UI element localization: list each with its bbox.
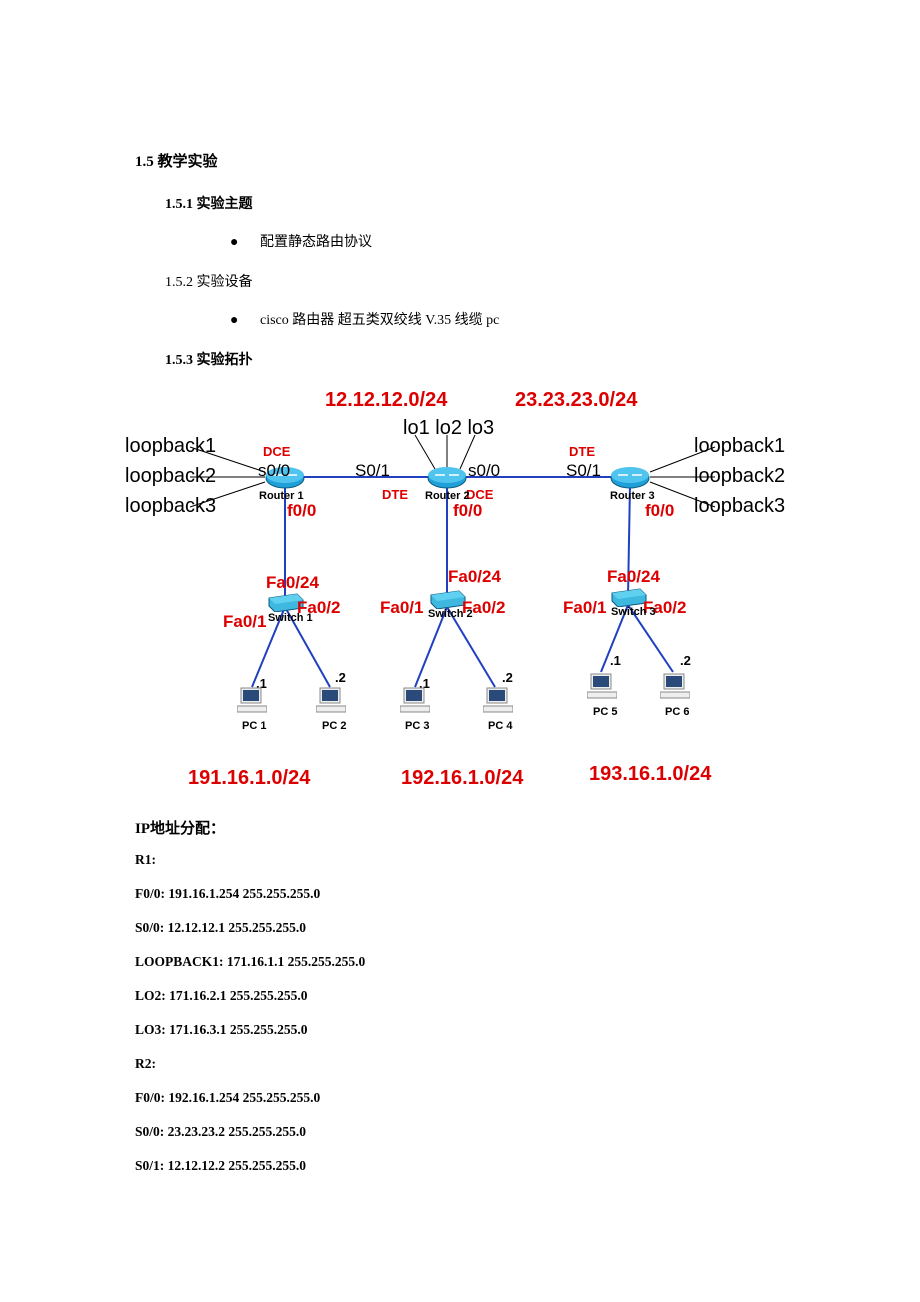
dce1: DCE xyxy=(263,444,290,459)
pc4-ip: .2 xyxy=(502,670,513,685)
dte1: DTE xyxy=(382,487,408,502)
sw1-fa024: Fa0/24 xyxy=(266,573,319,593)
lb2-right: loopback2 xyxy=(694,465,785,488)
lb3-right: loopback3 xyxy=(694,495,785,518)
dce2: DCE xyxy=(466,487,493,502)
lb1-right: loopback1 xyxy=(694,435,785,458)
sw3-fa024: Fa0/24 xyxy=(607,567,660,587)
lan3-label: 193.16.1.0/24 xyxy=(589,763,711,786)
r2-f00: f0/0 xyxy=(453,501,482,521)
dte2: DTE xyxy=(569,444,595,459)
pc2-ip: .2 xyxy=(335,670,346,685)
switch3-name: Switch 3 xyxy=(611,606,656,618)
section-151: 1.5.1 实验主题 xyxy=(165,193,785,213)
pc4-name: PC 4 xyxy=(488,720,512,732)
r3-f00: f0/0 xyxy=(645,501,674,521)
pc5-name: PC 5 xyxy=(593,706,617,718)
lan2-label: 192.16.1.0/24 xyxy=(401,767,523,790)
r2-s00-ip: S0/0: 23.23.23.2 255.255.255.0 xyxy=(135,1124,785,1140)
switch1-name: Switch 1 xyxy=(268,612,313,624)
lan1-label: 191.16.1.0/24 xyxy=(188,767,310,790)
lb1-left: loopback1 xyxy=(125,435,216,458)
section-153: 1.5.3 实验拓扑 xyxy=(165,349,785,369)
sw1-fa01: Fa0/1 xyxy=(223,612,266,632)
r2-f00-ip: F0/0: 192.16.1.254 255.255.255.0 xyxy=(135,1090,785,1106)
r1-lo1-ip: LOOPBACK1: 171.16.1.1 255.255.255.0 xyxy=(135,954,785,970)
pc3-name: PC 3 xyxy=(405,720,429,732)
wan1-label: 12.12.12.0/24 xyxy=(325,389,447,412)
r1-f00-ip: F0/0: 191.16.1.254 255.255.255.0 xyxy=(135,886,785,902)
pc5-ip: .1 xyxy=(610,653,621,668)
ip-title: IP地址分配： xyxy=(135,817,785,838)
r2-label: R2: xyxy=(135,1056,785,1072)
r3-s01: S0/1 xyxy=(566,461,601,481)
heading-main: 1.5 教学实验 xyxy=(135,150,785,171)
sw2-fa01: Fa0/1 xyxy=(380,598,423,618)
r1-s00-ip: S0/0: 12.12.12.1 255.255.255.0 xyxy=(135,920,785,936)
router-icon xyxy=(427,467,467,489)
lb3-left: loopback3 xyxy=(125,495,216,518)
pc6-name: PC 6 xyxy=(665,706,689,718)
pc-icon xyxy=(237,686,267,716)
section-152: 1.5.2 实验设备 xyxy=(165,271,785,291)
pc-icon xyxy=(483,686,513,716)
r1-f00: f0/0 xyxy=(287,501,316,521)
r2-s01: S0/1 xyxy=(355,461,390,481)
bullet-152: ●cisco 路由器 超五类双绞线 V.35 线缆 pc xyxy=(230,309,785,329)
r1-lo3-ip: LO3: 171.16.3.1 255.255.255.0 xyxy=(135,1022,785,1038)
pc2-name: PC 2 xyxy=(322,720,346,732)
switch2-name: Switch 2 xyxy=(428,608,473,620)
r1-s00: s0/0 xyxy=(258,461,290,481)
bullet-151: ●配置静态路由协议 xyxy=(230,231,785,251)
topology-diagram: 12.12.12.0/24 23.23.23.0/24 lo1 lo2 lo3 … xyxy=(135,387,785,797)
pc1-name: PC 1 xyxy=(242,720,266,732)
lb2-left: loopback2 xyxy=(125,465,216,488)
sw3-fa01: Fa0/1 xyxy=(563,598,606,618)
pc-icon xyxy=(316,686,346,716)
sw2-fa024: Fa0/24 xyxy=(448,567,501,587)
r2-s01-ip: S0/1: 12.12.12.2 255.255.255.0 xyxy=(135,1158,785,1174)
router-icon xyxy=(610,467,650,489)
pc-icon xyxy=(400,686,430,716)
lo-top-label: lo1 lo2 lo3 xyxy=(403,417,494,440)
wan2-label: 23.23.23.0/24 xyxy=(515,389,637,412)
pc-icon xyxy=(660,672,690,702)
r2-s00: s0/0 xyxy=(468,461,500,481)
pc-icon xyxy=(587,672,617,702)
r1-label: R1: xyxy=(135,852,785,868)
pc6-ip: .2 xyxy=(680,653,691,668)
r1-lo2-ip: LO2: 171.16.2.1 255.255.255.0 xyxy=(135,988,785,1004)
